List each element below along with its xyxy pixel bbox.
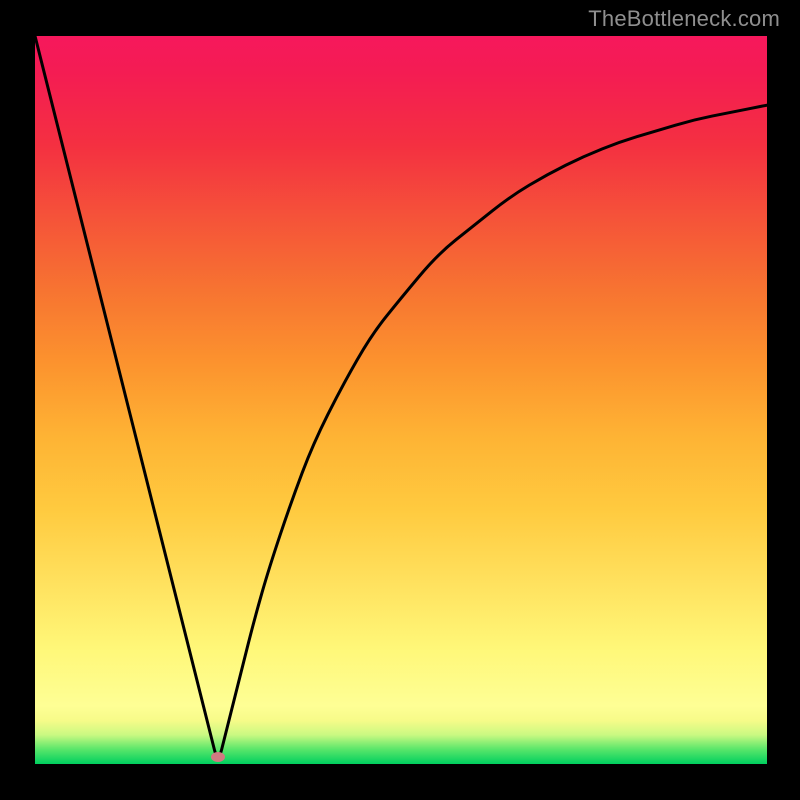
watermark-text: TheBottleneck.com bbox=[588, 6, 780, 32]
bottleneck-curve bbox=[35, 36, 767, 757]
optimum-marker bbox=[211, 752, 225, 762]
plot-area bbox=[35, 36, 767, 764]
chart-container: TheBottleneck.com bbox=[0, 0, 800, 800]
curve-svg bbox=[35, 36, 767, 764]
